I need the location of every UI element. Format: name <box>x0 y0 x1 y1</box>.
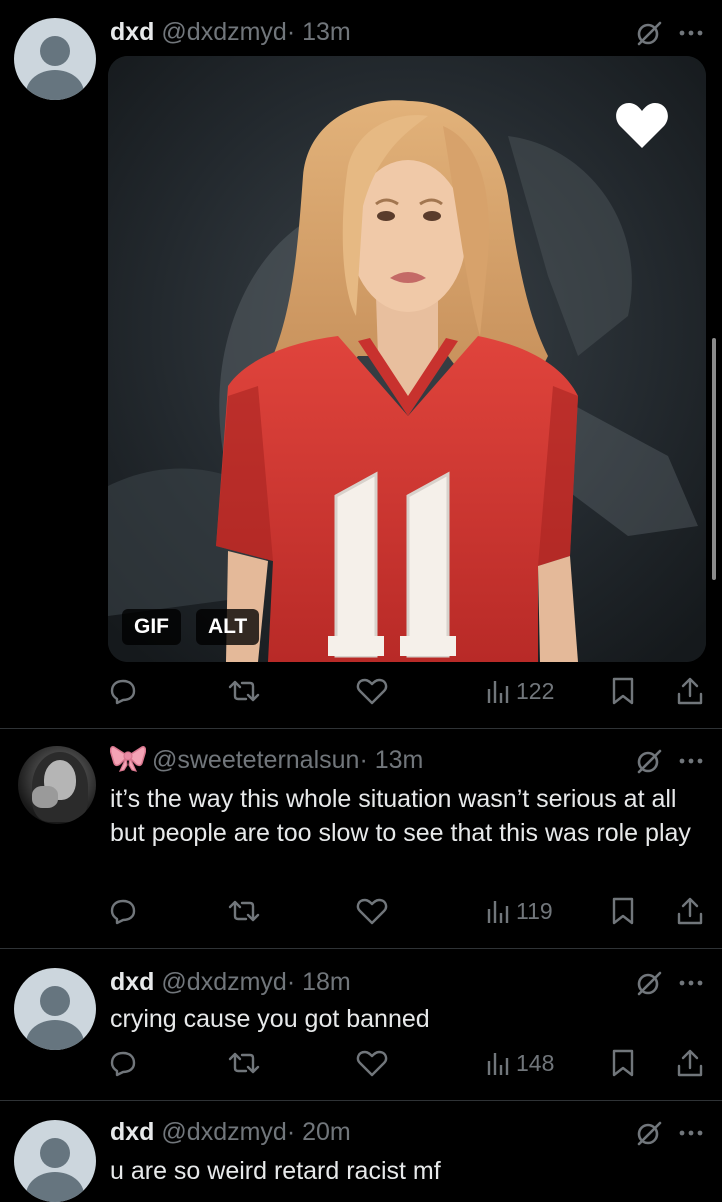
display-name[interactable]: dxd <box>110 1118 154 1146</box>
bookmark-button[interactable] <box>610 894 636 928</box>
timestamp[interactable]: · 18m <box>287 968 351 996</box>
avatar-head-shape <box>40 36 70 66</box>
gif-badge: GIF <box>122 609 181 645</box>
bookmark-icon <box>612 677 634 705</box>
tweet-4[interactable]: dxd @dxdzmyd· 20m u are so weird retard … <box>0 1100 722 1202</box>
views-button[interactable]: 122 <box>486 674 554 708</box>
reply-button[interactable] <box>108 1046 138 1080</box>
bookmark-icon <box>612 1049 634 1077</box>
timestamp[interactable]: · 20m <box>287 1118 351 1146</box>
views-button[interactable]: 148 <box>486 1046 554 1080</box>
like-icon <box>356 1050 388 1077</box>
like-button[interactable] <box>356 1046 388 1080</box>
share-icon <box>677 1049 703 1077</box>
grok-icon[interactable] <box>636 748 662 774</box>
views-count: 119 <box>516 897 553 924</box>
avatar-hand-shape <box>32 786 58 808</box>
tweet-text: u are so weird retard racist mf <box>110 1157 441 1185</box>
tweet-header: dxd @dxdzmyd· 13m <box>110 16 351 48</box>
avatar-body-shape <box>26 70 84 100</box>
share-icon <box>677 897 703 925</box>
retweet-button[interactable] <box>228 674 260 708</box>
views-button[interactable]: 119 <box>486 894 553 928</box>
timestamp[interactable]: · 13m <box>287 18 351 46</box>
heart-icon <box>616 103 668 148</box>
reply-icon <box>110 1051 136 1077</box>
tweet-1[interactable]: dxd @dxdzmyd· 13m GIF ALT 122 <box>0 0 722 728</box>
reply-icon <box>110 679 136 705</box>
timestamp[interactable]: · 13m <box>359 746 423 774</box>
avatar-head-shape <box>40 986 70 1016</box>
scrollbar-thumb[interactable] <box>712 338 716 580</box>
user-handle[interactable]: @dxdzmyd <box>161 1118 286 1146</box>
user-handle[interactable]: @dxdzmyd <box>161 18 286 46</box>
views-count: 148 <box>516 1049 555 1076</box>
views-count: 122 <box>516 677 555 704</box>
share-icon <box>677 677 703 705</box>
bookmark-button[interactable] <box>610 674 636 708</box>
tweet-header: @sweeteternalsun· 13m <box>109 744 423 776</box>
avatar[interactable] <box>14 18 96 100</box>
reply-icon <box>110 899 136 925</box>
grok-icon[interactable] <box>636 970 662 996</box>
tweet-actions: 122 <box>108 674 708 708</box>
alt-badge[interactable]: ALT <box>196 609 260 645</box>
retweet-icon <box>228 900 260 922</box>
retweet-button[interactable] <box>228 1046 260 1080</box>
reply-button[interactable] <box>108 674 138 708</box>
more-icon[interactable] <box>678 1128 704 1138</box>
tweet-actions: 119 <box>108 894 708 928</box>
user-handle[interactable]: @dxdzmyd <box>161 968 286 996</box>
tweet-3[interactable]: dxd @dxdzmyd· 18m crying cause you got b… <box>0 948 722 1100</box>
share-button[interactable] <box>676 1046 704 1080</box>
avatar-body-shape <box>26 1020 84 1050</box>
more-icon[interactable] <box>678 756 704 766</box>
ribbon-emoji-icon[interactable] <box>109 744 147 780</box>
retweet-icon <box>228 680 260 702</box>
retweet-icon <box>228 1052 260 1074</box>
avatar-body-shape <box>26 1172 84 1202</box>
views-icon <box>487 1053 509 1075</box>
avatar[interactable] <box>18 746 96 824</box>
reply-button[interactable] <box>108 894 138 928</box>
grok-icon[interactable] <box>636 1120 662 1146</box>
like-icon <box>356 898 388 925</box>
more-icon[interactable] <box>678 28 704 38</box>
like-icon <box>356 678 388 705</box>
tweet-header: dxd @dxdzmyd· 18m <box>110 966 351 998</box>
share-button[interactable] <box>676 894 704 928</box>
views-icon <box>487 681 509 703</box>
user-handle[interactable]: @sweeteternalsun <box>152 746 359 774</box>
display-name[interactable]: dxd <box>110 18 154 46</box>
more-icon[interactable] <box>678 978 704 988</box>
avatar[interactable] <box>14 1120 96 1202</box>
tweet-text: crying cause you got banned <box>110 1005 430 1033</box>
tweet-2[interactable]: @sweeteternalsun· 13m it’s the way this … <box>0 728 722 948</box>
avatar-head-shape <box>40 1138 70 1168</box>
bookmark-button[interactable] <box>610 1046 636 1080</box>
tweet-header: dxd @dxdzmyd· 20m <box>110 1116 351 1148</box>
tweet-actions: 148 <box>108 1046 708 1080</box>
like-button[interactable] <box>356 894 388 928</box>
views-icon <box>487 901 509 923</box>
tweet-media-gif[interactable]: GIF ALT <box>108 56 706 662</box>
bookmark-icon <box>612 897 634 925</box>
avatar[interactable] <box>14 968 96 1050</box>
retweet-button[interactable] <box>228 894 260 928</box>
tweet-text: it’s the way this whole situation wasn’t… <box>110 785 691 847</box>
grok-icon[interactable] <box>636 20 662 46</box>
display-name[interactable]: dxd <box>110 968 154 996</box>
share-button[interactable] <box>676 674 704 708</box>
like-button[interactable] <box>356 674 388 708</box>
